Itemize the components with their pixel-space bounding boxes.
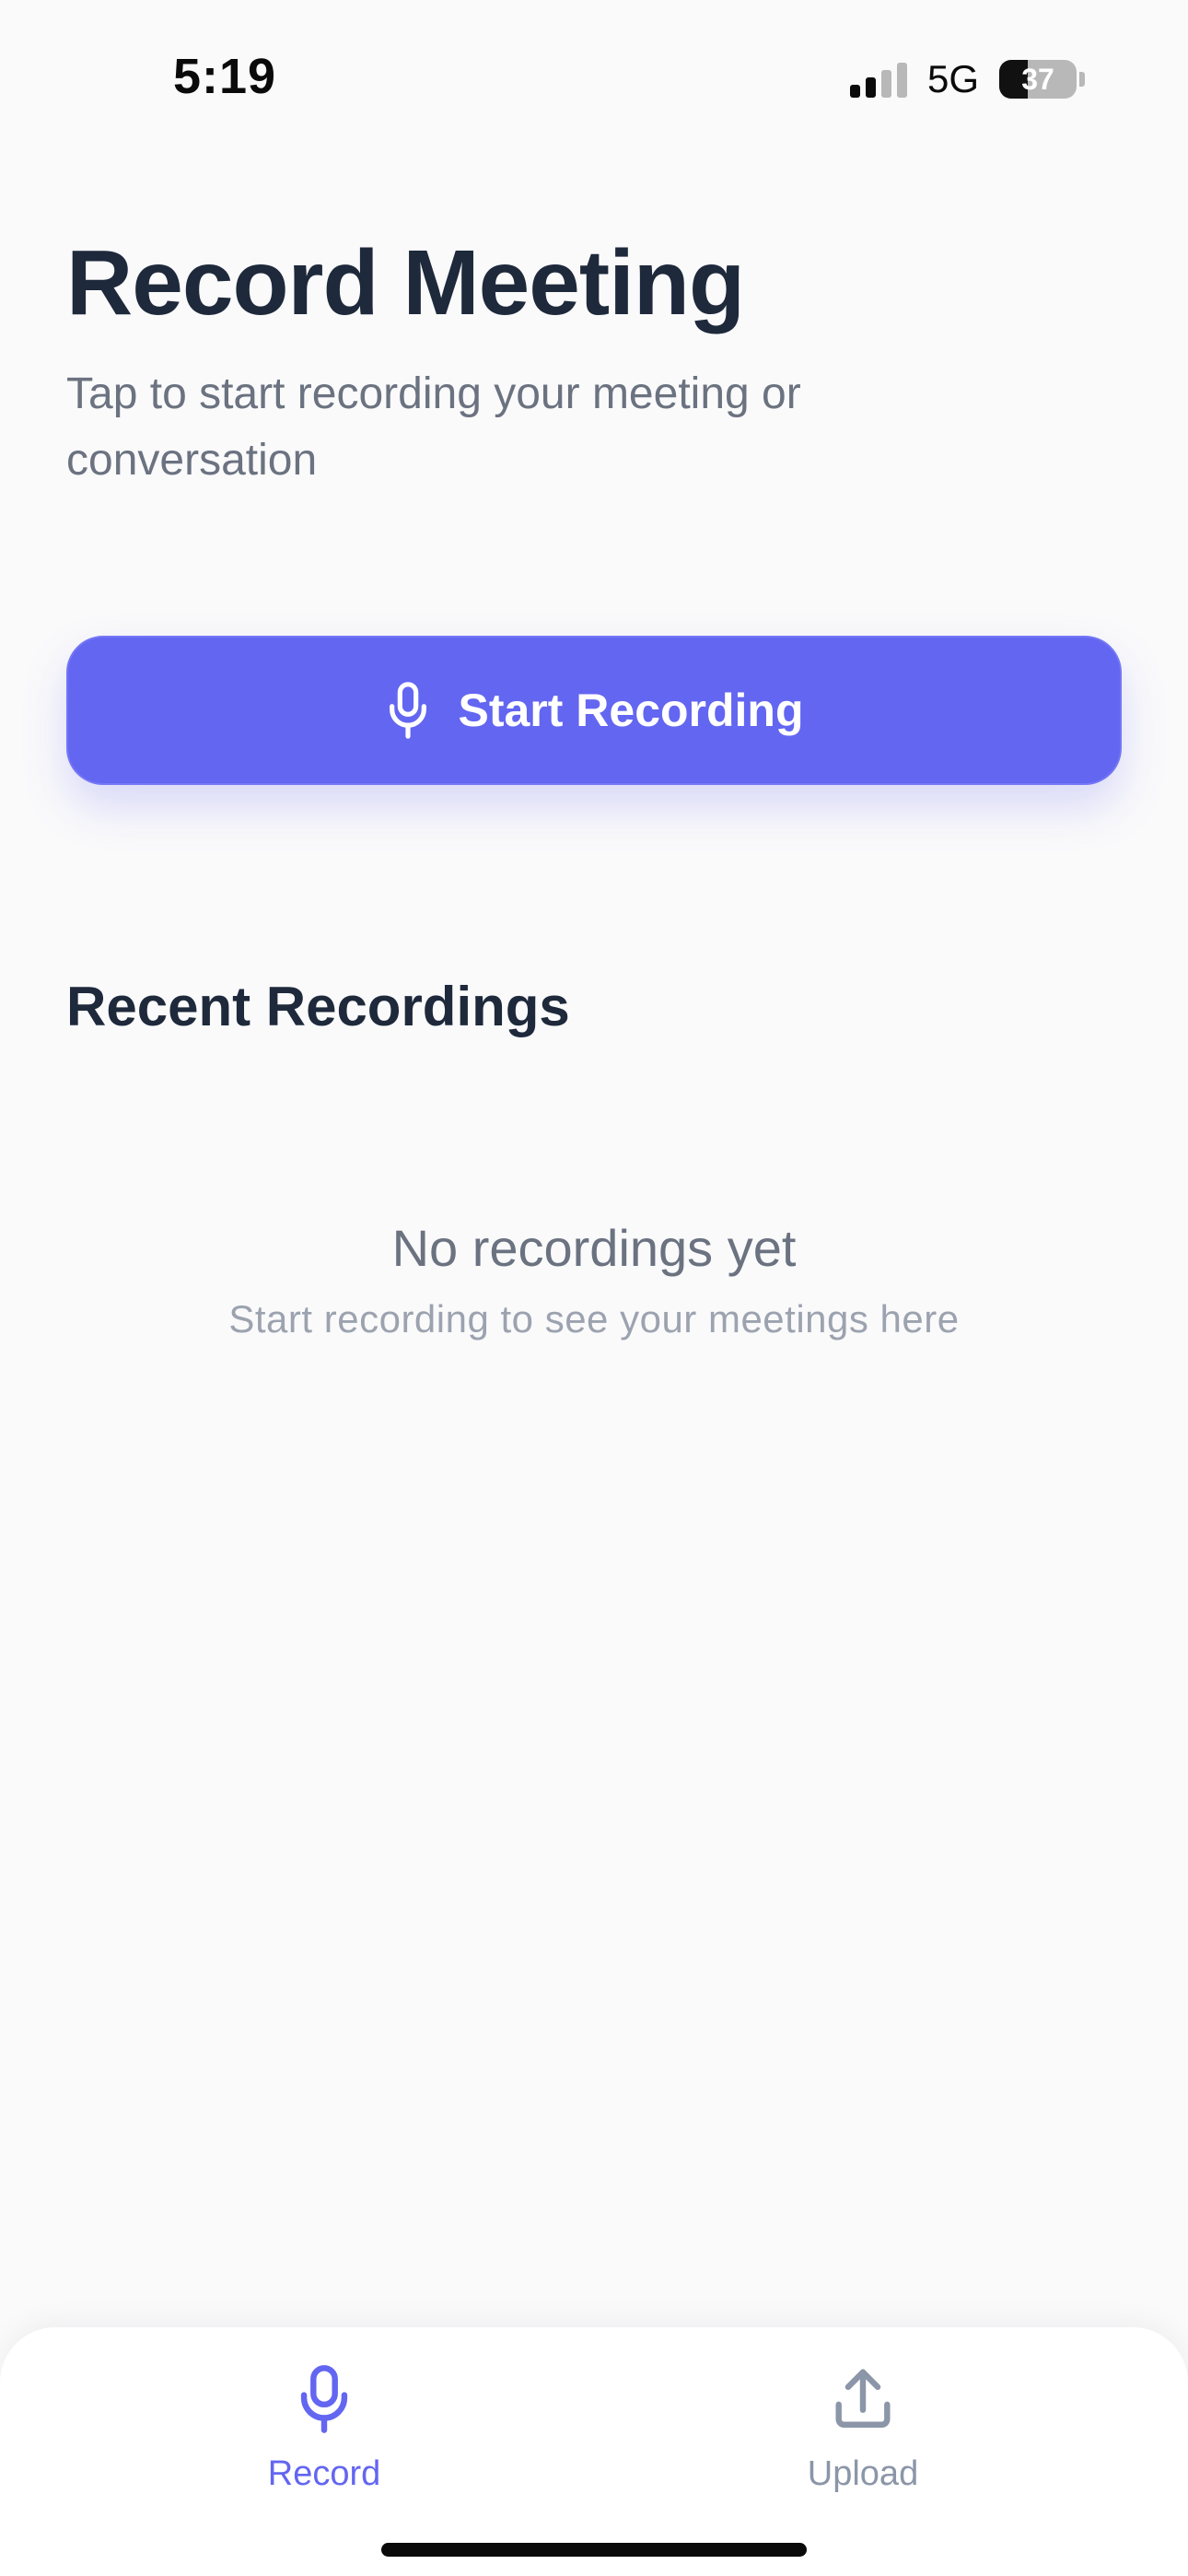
page-title: Record Meeting (66, 231, 745, 334)
battery-icon: 37 (999, 60, 1085, 99)
tab-record[interactable]: Record (186, 2364, 462, 2494)
empty-state-title: No recordings yet (391, 1219, 797, 1277)
tab-upload-label: Upload (807, 2454, 919, 2493)
home-indicator (381, 2543, 807, 2557)
cellular-signal-icon (849, 61, 907, 98)
network-type: 5G (926, 57, 979, 100)
battery-level: 37 (1021, 62, 1054, 96)
microphone-icon (300, 2365, 348, 2433)
start-recording-button[interactable]: Start Recording (66, 636, 1122, 785)
upload-icon (835, 2369, 891, 2428)
tab-bar: Record Upload (0, 2327, 1188, 2576)
recent-recordings-title: Recent Recordings (66, 976, 570, 1037)
tab-upload[interactable]: Upload (725, 2364, 1001, 2494)
start-recording-label: Start Recording (458, 685, 804, 736)
page-subtitle: Tap to start recording your meeting or c… (66, 369, 801, 485)
empty-state-subtitle: Start recording to see your meetings her… (228, 1297, 960, 1341)
tab-record-label: Record (267, 2454, 381, 2493)
empty-state: No recordings yet Start recording to see… (0, 1214, 1188, 1345)
microphone-icon (390, 682, 427, 739)
status-indicators: 5G 37 (849, 57, 1085, 101)
status-time: 5:19 (173, 49, 277, 104)
screen: 5:19 5G 37 Record Meeting Tap to start r… (0, 0, 1188, 2576)
